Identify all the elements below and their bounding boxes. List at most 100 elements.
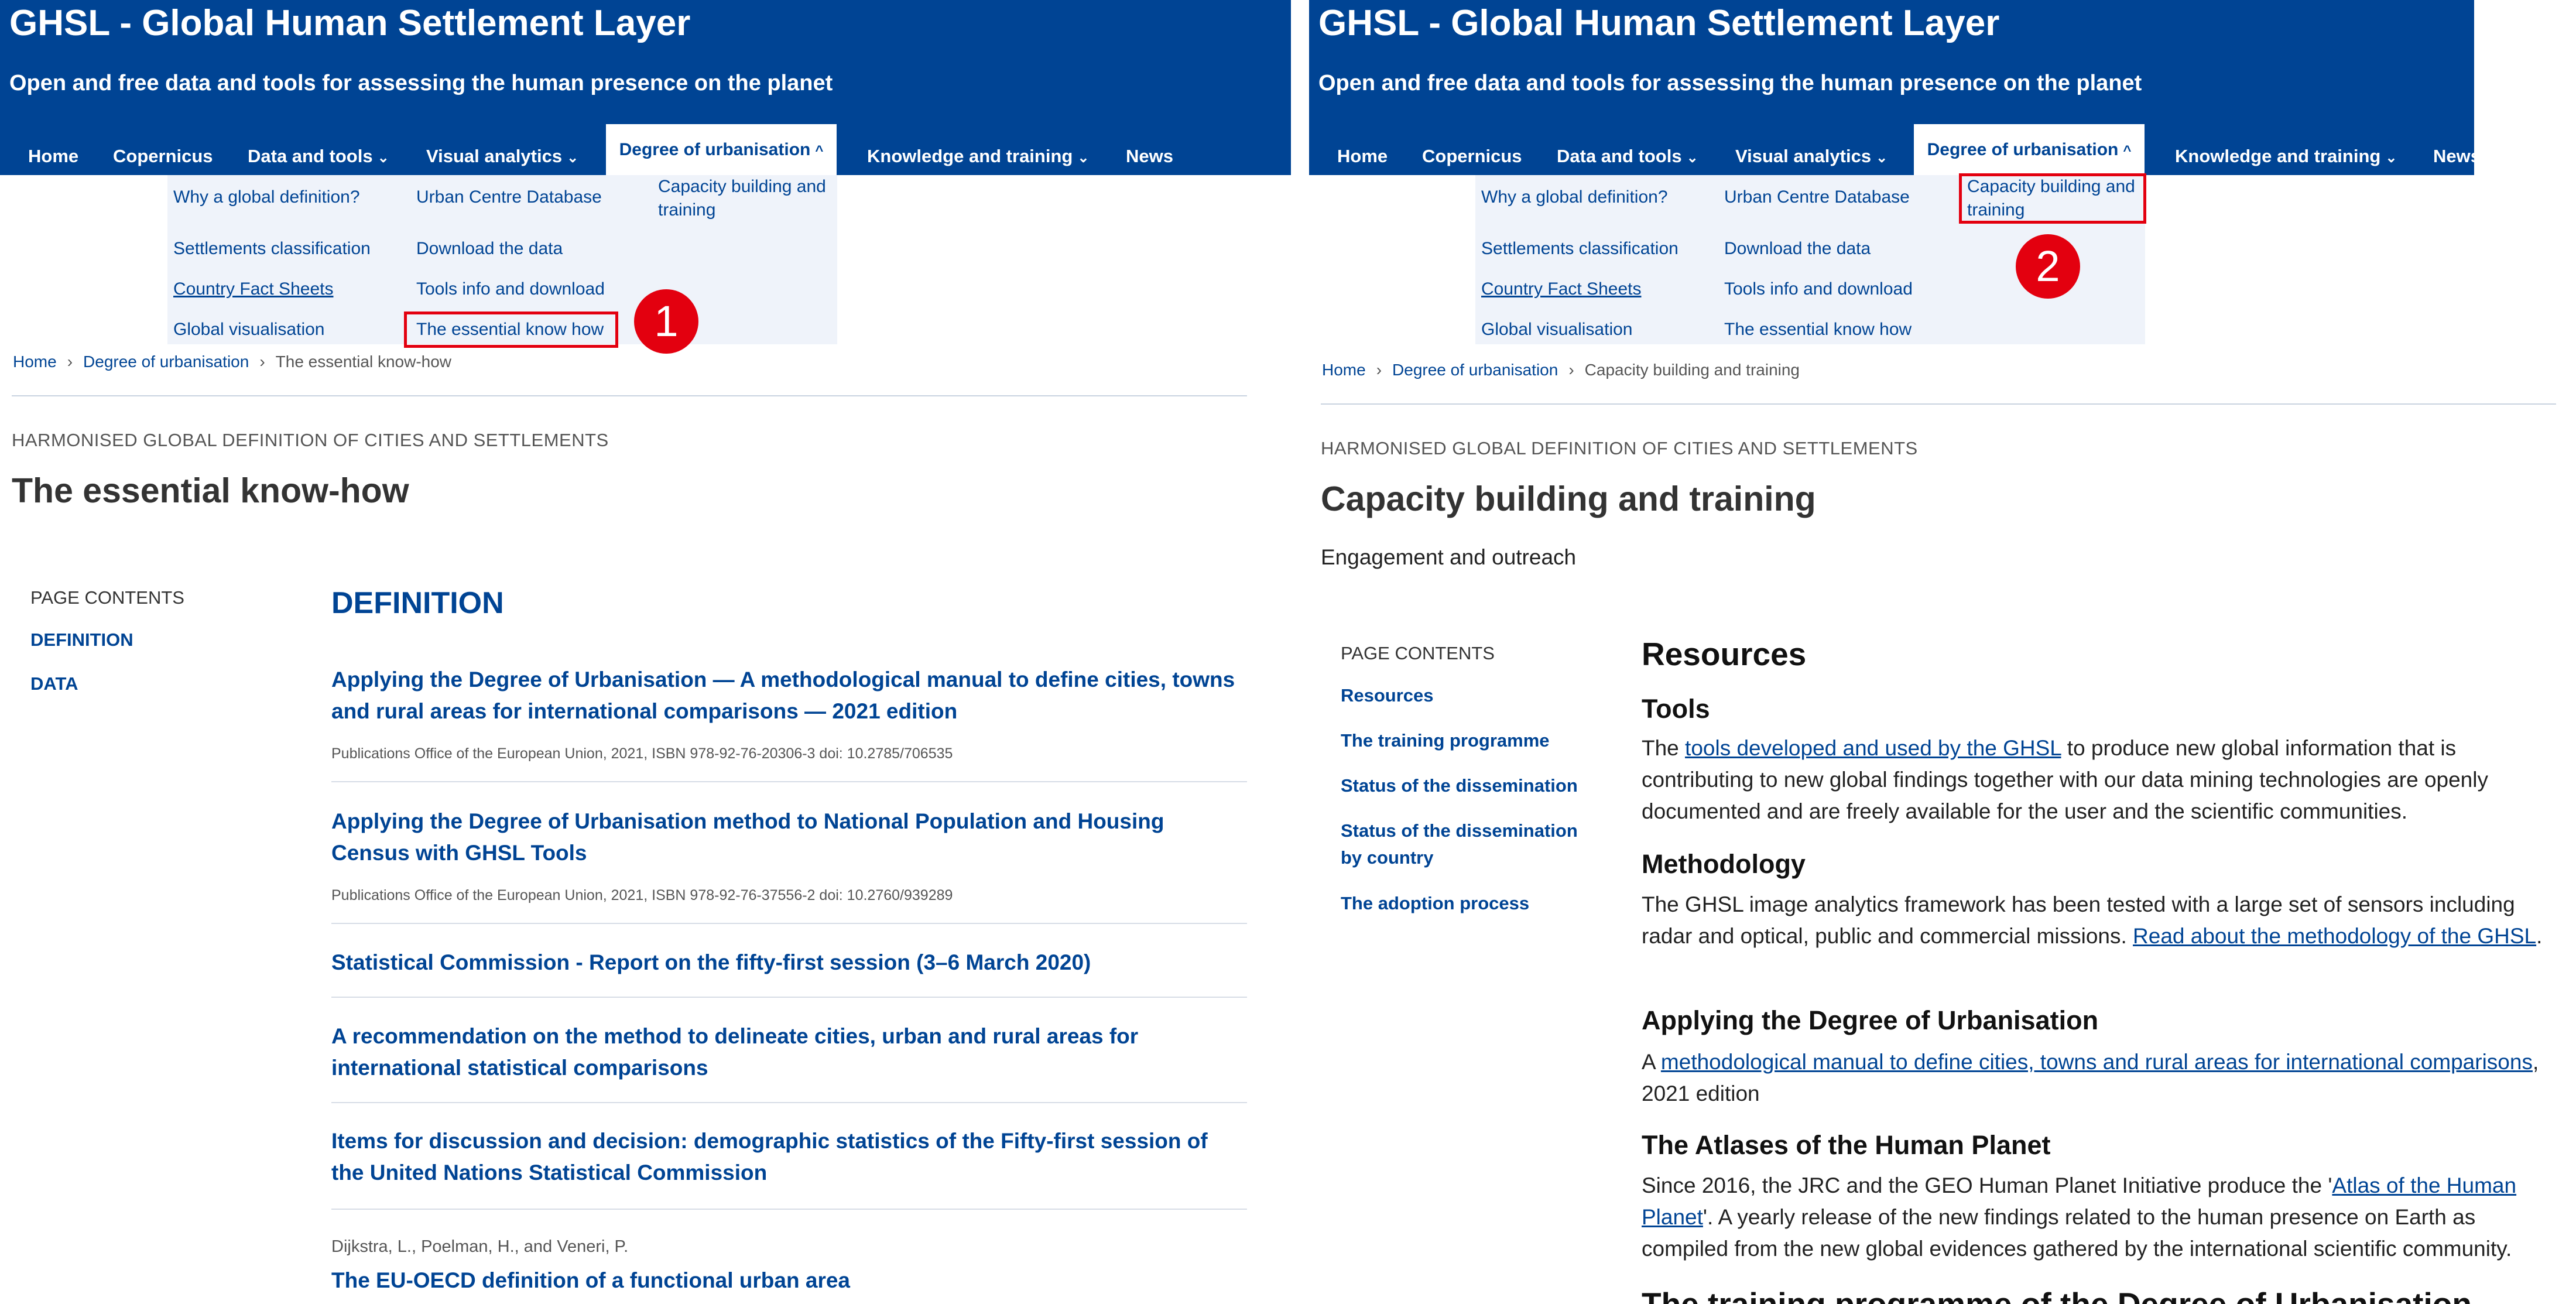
page-contents-definition[interactable]: DEFINITION [30,627,133,653]
subsection-heading: Methodology [1642,849,1806,879]
text-span: The [1642,736,1686,760]
nav-news[interactable]: News [2433,143,2481,169]
nav-visual-analytics[interactable]: Visual analytics ⌄ [426,143,578,171]
highlight-box [404,312,618,348]
subsection-heading: Tools [1642,694,1710,724]
menu-country-fact-sheets[interactable]: Country Fact Sheets [173,278,333,301]
methodology-link[interactable]: Read about the methodology of the GHSL [2133,924,2536,948]
publication-title-link[interactable]: Applying the Degree of Urbanisation meth… [331,806,1245,869]
page-subtitle: Engagement and outreach [1321,545,1577,569]
publication-title-link[interactable]: The EU-OECD definition of a functional u… [331,1265,1245,1296]
page-contents-training-programme[interactable]: The training programme [1341,727,1550,754]
subsection-heading: The Atlases of the Human Planet [1642,1130,2051,1160]
breadcrumb-home[interactable]: Home [13,352,57,371]
breadcrumb-separator-icon: › [1568,361,1574,379]
menu-urban-centre-database[interactable]: Urban Centre Database [416,186,602,209]
page-contents-data[interactable]: DATA [30,670,78,697]
nav-home[interactable]: Home [1337,143,1388,169]
nav-degree-of-urbanisation[interactable]: Degree of urbanisation ^ [606,124,837,175]
menu-country-fact-sheets[interactable]: Country Fact Sheets [1481,278,1641,301]
breadcrumb-degree[interactable]: Degree of urbanisation [1392,361,1558,379]
menu-global-visualisation[interactable]: Global visualisation [1481,318,1632,341]
nav-copernicus[interactable]: Copernicus [113,143,213,169]
chevron-down-icon: ⌄ [377,150,389,166]
divider [331,997,1247,998]
menu-download-the-data[interactable]: Download the data [1724,237,1871,261]
page-contents-label: PAGE CONTENTS [1341,643,1495,663]
breadcrumb-current: The essential know-how [275,352,452,371]
publication-title-link[interactable]: Statistical Commission - Report on the f… [331,947,1245,978]
divider [12,395,1247,396]
divider [331,923,1247,924]
publication-authors: Dijkstra, L., Poelman, H., and Veneri, P… [331,1237,629,1256]
menu-urban-centre-database[interactable]: Urban Centre Database [1724,186,1910,209]
site-title[interactable]: GHSL - Global Human Settlement Layer [9,1,690,46]
chevron-down-icon: ⌄ [1686,150,1698,166]
applying-paragraph: A methodological manual to define cities… [1642,1046,2552,1110]
breadcrumb-separator-icon: › [259,352,265,371]
step-marker-2: 2 [2016,234,2080,299]
atlases-paragraph: Since 2016, the JRC and the GEO Human Pl… [1642,1170,2552,1265]
divider [331,1209,1247,1210]
publication-title-link[interactable]: Applying the Degree of Urbanisation — A … [331,664,1245,727]
text-span: A [1642,1050,1661,1074]
section-title: DEFINITION [331,586,504,620]
page-kicker: HARMONISED GLOBAL DEFINITION OF CITIES A… [12,430,609,450]
left-screenshot-panel: GHSL - Global Human Settlement Layer Ope… [0,0,1291,1304]
nav-degree-of-urbanisation[interactable]: Degree of urbanisation ^ [1914,124,2145,175]
page-title: The essential know-how [12,471,409,510]
chevron-up-icon: ^ [2123,143,2132,159]
nav-knowledge-and-training[interactable]: Knowledge and training ⌄ [867,143,1089,171]
page-contents-label: PAGE CONTENTS [30,587,184,608]
nav-knowledge-label: Knowledge and training [867,146,1073,166]
page-contents-adoption-process[interactable]: The adoption process [1341,890,1529,917]
nav-degree-label: Degree of urbanisation [619,140,811,159]
menu-tools-info-and-download[interactable]: Tools info and download [1724,278,1913,301]
manual-link[interactable]: methodological manual to define cities, … [1661,1050,2533,1074]
menu-why-global-definition[interactable]: Why a global definition? [1481,186,1668,209]
chevron-up-icon: ^ [815,143,824,159]
nav-copernicus-label: Copernicus [113,146,213,166]
site-subtitle: Open and free data and tools for assessi… [9,71,833,95]
divider [331,781,1247,782]
breadcrumb-current: Capacity building and training [1584,361,1800,379]
site-header: GHSL - Global Human Settlement Layer Ope… [0,0,1291,175]
menu-settlements-classification[interactable]: Settlements classification [1481,237,1678,261]
breadcrumb-degree[interactable]: Degree of urbanisation [83,352,249,371]
menu-global-visualisation[interactable]: Global visualisation [173,318,324,341]
menu-tools-info-and-download[interactable]: Tools info and download [416,278,605,301]
tools-paragraph: The tools developed and used by the GHSL… [1642,733,2552,827]
menu-why-global-definition[interactable]: Why a global definition? [173,186,360,209]
tools-link[interactable]: tools developed and used by the GHSL [1685,736,2061,760]
page-contents-status-dissemination[interactable]: Status of the dissemination [1341,772,1578,799]
publication-title-link[interactable]: Items for discussion and decision: demog… [331,1125,1245,1189]
page-contents-resources[interactable]: Resources [1341,682,1434,709]
page-title: Capacity building and training [1321,480,1816,518]
highlight-box [1959,173,2146,224]
breadcrumb-home[interactable]: Home [1322,361,1366,379]
nav-visual-analytics[interactable]: Visual analytics ⌄ [1735,143,1888,171]
nav-news-label: News [1126,146,1173,166]
nav-data-and-tools[interactable]: Data and tools ⌄ [248,143,389,171]
nav-copernicus[interactable]: Copernicus [1422,143,1522,169]
site-title[interactable]: GHSL - Global Human Settlement Layer [1318,1,1999,46]
breadcrumb: Home › Degree of urbanisation › Capacity bui… [1322,360,1800,381]
nav-data-and-tools-label: Data and tools [248,146,373,166]
menu-essential-know-how[interactable]: The essential know how [1724,318,1912,341]
nav-news[interactable]: News [1126,143,1173,169]
menu-capacity-building[interactable]: Capacity building and training [658,175,840,222]
site-subtitle: Open and free data and tools for assessi… [1318,71,2142,95]
menu-settlements-classification[interactable]: Settlements classification [173,237,371,261]
menu-download-the-data[interactable]: Download the data [416,237,563,261]
breadcrumb-separator-icon: › [67,352,73,371]
nav-knowledge-and-training[interactable]: Knowledge and training ⌄ [2175,143,2397,171]
breadcrumb-separator-icon: › [1376,361,1382,379]
nav-home[interactable]: Home [28,143,78,169]
nav-data-and-tools[interactable]: Data and tools ⌄ [1557,143,1698,171]
divider [331,1102,1247,1103]
methodology-paragraph: The GHSL image analytics framework has b… [1642,889,2552,952]
nav-home-label: Home [1337,146,1388,166]
publication-meta: Publications Office of the European Unio… [331,745,953,762]
page-contents-status-by-country[interactable]: Status of the dissemination by country [1341,817,1592,871]
publication-title-link[interactable]: A recommendation on the method to deline… [331,1021,1245,1084]
